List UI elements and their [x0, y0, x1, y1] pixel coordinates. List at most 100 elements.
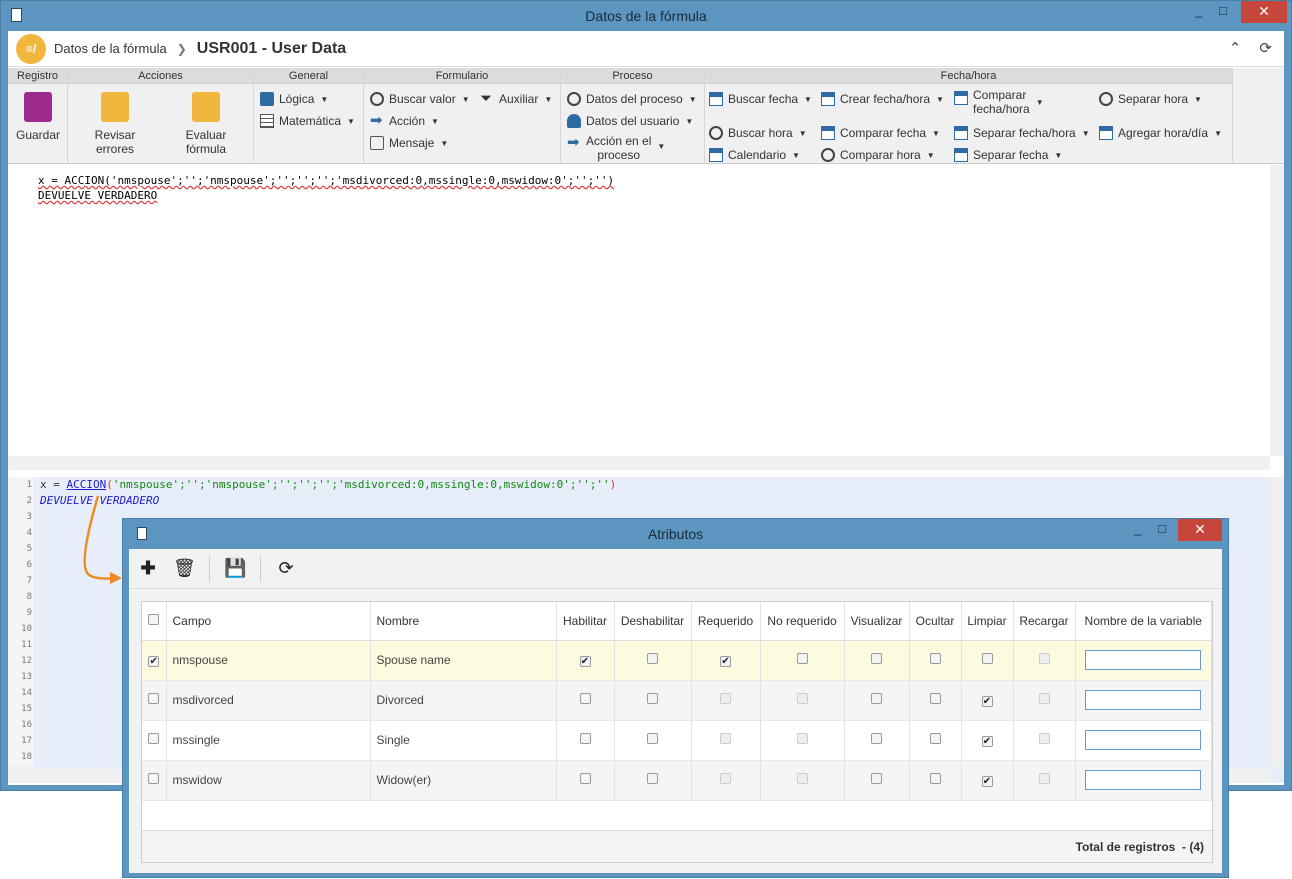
trash-icon[interactable]: 🗑 [173, 558, 196, 579]
variable-name-input[interactable] [1085, 690, 1202, 710]
habilitar-checkbox[interactable] [579, 693, 591, 704]
calendar-button[interactable]: Calendario ▼ [709, 148, 800, 162]
row-checkbox[interactable]: ✔ [148, 656, 160, 667]
minimize-button[interactable]: _ [1128, 519, 1148, 541]
close-button[interactable]: ✕ [1241, 1, 1287, 23]
visualizar-cell[interactable] [844, 720, 910, 761]
split-hour-button[interactable]: Separar hora ▼ [1099, 92, 1202, 106]
variable-name-input[interactable] [1085, 730, 1202, 750]
requerido-cell[interactable] [691, 680, 761, 721]
select-all-checkbox[interactable] [148, 613, 160, 625]
visualizar-checkbox[interactable] [871, 693, 882, 704]
split-datetime-button[interactable]: Separar fecha/hora ▼ [954, 126, 1090, 140]
variable-name-input[interactable] [1085, 770, 1202, 790]
ocultar-checkbox[interactable] [929, 693, 941, 704]
visualizar-cell[interactable] [844, 760, 910, 801]
column-header[interactable]: Visualizar [844, 602, 910, 641]
auxiliary-button[interactable]: ⏷ Auxiliar ▼ [480, 91, 552, 106]
search-date-button[interactable]: Buscar fecha ▼ [709, 92, 812, 106]
formula-text-editor[interactable]: x = ACCION('nmspouse';'';'nmspouse';'';'… [8, 165, 1284, 470]
add-hourday-button[interactable]: Agregar hora/día ▼ [1099, 126, 1222, 140]
collapse-icon[interactable]: ⌃ [1229, 39, 1242, 57]
search-hour-button[interactable]: Buscar hora ▼ [709, 126, 807, 140]
table-row[interactable]: msdivorced Divorced ✔ [142, 680, 1212, 721]
compare-date-button[interactable]: Comparar fecha ▼ [821, 126, 940, 140]
table-row[interactable]: mswidow Widow(er) ✔ [142, 760, 1212, 801]
limpiar-cell[interactable]: ✔ [961, 720, 1014, 761]
column-header[interactable]: Deshabilitar [614, 602, 692, 641]
recargar-cell[interactable] [1013, 720, 1076, 761]
split-date-button[interactable]: Separar fecha ▼ [954, 148, 1062, 162]
message-button[interactable]: Mensaje ▼ [370, 136, 448, 150]
table-row[interactable]: mssingle Single ✔ [142, 720, 1212, 761]
deshabilitar-cell[interactable] [614, 720, 692, 761]
column-header[interactable]: Habilitar [556, 602, 615, 641]
compare-datetime-button[interactable]: Comparar fecha/hora ▼ [954, 88, 1044, 116]
row-select-cell[interactable] [142, 680, 167, 721]
logic-button[interactable]: Lógica ▼ [260, 92, 328, 106]
no-requerido-cell[interactable] [760, 760, 845, 801]
search-value-button[interactable]: Buscar valor ▼ [370, 92, 470, 106]
visualizar-checkbox[interactable] [871, 733, 882, 744]
save-close-icon[interactable]: 💾 [224, 558, 246, 579]
ocultar-cell[interactable] [909, 640, 962, 681]
maximize-button[interactable]: □ [1213, 1, 1233, 23]
ocultar-checkbox[interactable] [929, 733, 941, 744]
math-button[interactable]: Matemática ▼ [260, 114, 355, 128]
visualizar-checkbox[interactable] [871, 653, 882, 664]
breadcrumb[interactable]: Datos de la fórmula [54, 41, 167, 56]
vertical-scrollbar[interactable] [1270, 165, 1284, 456]
add-icon[interactable]: ✚ [137, 558, 159, 579]
column-header[interactable]: Campo [166, 602, 371, 641]
requerido-cell[interactable]: ✔ [691, 640, 761, 681]
variable-name-input[interactable] [1085, 650, 1202, 670]
column-header[interactable]: Nombre [370, 602, 557, 641]
evaluate-button[interactable]: Evaluar fórmula [164, 92, 248, 156]
requerido-checkbox[interactable]: ✔ [720, 656, 731, 667]
limpiar-checkbox[interactable]: ✔ [981, 776, 993, 787]
refresh-icon[interactable]: ⟳ [1259, 39, 1272, 57]
column-header[interactable]: No requerido [760, 602, 845, 641]
row-select-cell[interactable]: ✔ [142, 640, 167, 681]
row-checkbox[interactable] [148, 773, 160, 784]
limpiar-cell[interactable] [961, 640, 1014, 681]
ocultar-cell[interactable] [909, 680, 962, 721]
horizontal-scrollbar[interactable] [8, 456, 1270, 470]
column-header[interactable]: Ocultar [909, 602, 962, 641]
select-all-header[interactable] [142, 602, 167, 641]
save-button[interactable]: Guardar [12, 92, 64, 142]
deshabilitar-checkbox[interactable] [647, 653, 658, 664]
limpiar-checkbox[interactable]: ✔ [981, 736, 993, 747]
process-action-button[interactable]: ➡ Acción en el proceso ▼ [567, 134, 665, 162]
deshabilitar-checkbox[interactable] [647, 733, 658, 744]
limpiar-cell[interactable]: ✔ [961, 680, 1014, 721]
limpiar-checkbox[interactable]: ✔ [981, 696, 993, 707]
ocultar-checkbox[interactable] [929, 773, 941, 784]
row-select-cell[interactable] [142, 720, 167, 761]
column-header[interactable]: Recargar [1013, 602, 1076, 641]
column-header[interactable]: Nombre de la variable [1075, 602, 1212, 641]
process-data-button[interactable]: Datos del proceso ▼ [567, 92, 697, 106]
limpiar-cell[interactable]: ✔ [961, 760, 1014, 801]
user-data-button[interactable]: Datos del usuario ▼ [567, 114, 693, 128]
requerido-cell[interactable] [691, 760, 761, 801]
recargar-cell[interactable] [1013, 680, 1076, 721]
no-requerido-cell[interactable] [760, 640, 845, 681]
habilitar-cell[interactable] [556, 680, 615, 721]
deshabilitar-cell[interactable] [614, 640, 692, 681]
deshabilitar-cell[interactable] [614, 760, 692, 801]
row-checkbox[interactable] [148, 693, 160, 704]
maximize-button[interactable]: □ [1152, 519, 1172, 541]
column-header[interactable]: Limpiar [961, 602, 1014, 641]
column-header[interactable]: Requerido [691, 602, 761, 641]
minimize-button[interactable]: _ [1189, 1, 1209, 23]
visualizar-cell[interactable] [844, 680, 910, 721]
compare-hour-button[interactable]: Comparar hora ▼ [821, 148, 935, 162]
ocultar-checkbox[interactable] [929, 653, 941, 664]
requerido-cell[interactable] [691, 720, 761, 761]
create-datetime-button[interactable]: Crear fecha/hora ▼ [821, 92, 944, 106]
no-requerido-checkbox[interactable] [796, 653, 808, 664]
deshabilitar-checkbox[interactable] [647, 773, 658, 784]
habilitar-checkbox[interactable]: ✔ [579, 656, 591, 667]
vertical-scrollbar[interactable] [1270, 477, 1284, 767]
